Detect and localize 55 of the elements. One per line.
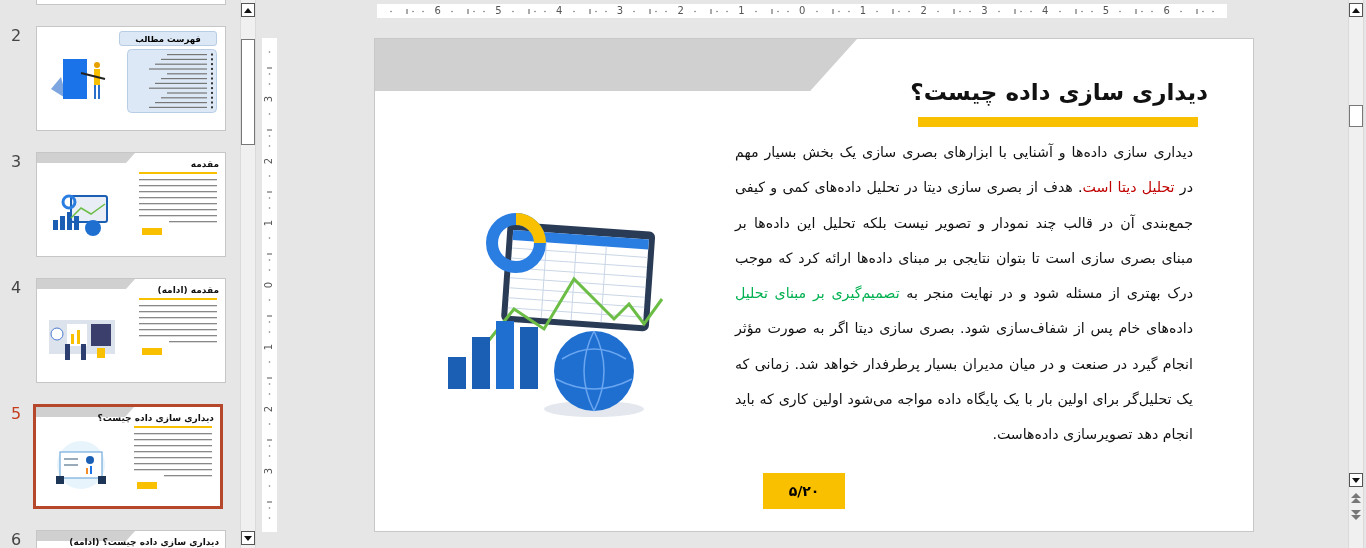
ruler-number: 5 xyxy=(1102,6,1110,16)
down-arrow-icon xyxy=(1352,477,1360,483)
down-arrow-icon xyxy=(244,535,252,541)
previous-slide-icon[interactable] xyxy=(1351,493,1361,505)
ruler-number: 0 xyxy=(798,6,806,16)
slide-number: 3 xyxy=(10,152,23,172)
scroll-down-button[interactable] xyxy=(1349,473,1363,487)
editor-scrollbar[interactable] xyxy=(1348,0,1364,548)
slide-paragraph: دیداری سازی داده‌ها و آشنایی با ابزارهای بصری سازی یک بخش بسیار مهم در تحلیل دیتا است. هدف از بصری سازی دیتا در تحلیل داده‌های کمی و کیفی جمع‌بندی آن در قالب چند نمودار و تصویر نیست بلکه تحلیل این داده‌ها بر مبنای بصری سازی است تا بتوان نتایجی بر مبنای داده‌ها ارائه کرد که موجب درک بهتری از مسئله شود و در نهایت منجر به تصمیم‌گیری بر مبنای تحلیل داده‌های خام پس از شفاف‌سازی شود. بصری سازی دیتا اگر به صورت مؤثر انجام گیرد در صنعت و در میان مدیران بسیار پرطرفدار خواهد شد. زمانی که یک تحلیل‌گر برای اولین بار با یک پایگاه داده مواجه می‌شود اولین کاری که باید انجام دهد تصویرسازی داده‌هاست. xyxy=(735,142,1193,445)
ruler-number: 3 xyxy=(264,95,275,103)
page-number: ۵/۲۰ xyxy=(763,472,845,509)
ruler-number: 6 xyxy=(1163,6,1170,16)
ruler-number: 3 xyxy=(264,467,275,475)
scroll-thumb[interactable] xyxy=(1349,105,1363,127)
next-slide-icon[interactable] xyxy=(1351,509,1361,521)
scroll-down-button[interactable] xyxy=(241,531,255,545)
ruler-number: 4 xyxy=(555,6,563,16)
slide-number: 5 xyxy=(10,404,23,424)
slide-thumbnail[interactable]: دیداری سازی داده چیست؟ (ادامه) xyxy=(36,530,226,548)
up-arrow-icon xyxy=(1352,7,1360,13)
slide-number: 4 xyxy=(10,278,23,298)
ruler-number: 3 xyxy=(981,6,988,16)
slide-number: 6 xyxy=(10,530,23,548)
thumbnail-title: فهرست مطالب xyxy=(119,31,217,46)
ruler-number: 4 xyxy=(1041,6,1049,16)
slide-thumbnail[interactable]: دیداری سازی داده چیست؟ xyxy=(33,404,223,509)
thumbnail-scrollbar[interactable] xyxy=(240,0,256,548)
slide-thumbnail[interactable]: مقدمه (ادامه) xyxy=(36,278,226,383)
ruler-number: 2 xyxy=(264,157,275,165)
slide-thumbnail[interactable]: مقدمه xyxy=(36,152,226,257)
ruler-number: 0 xyxy=(264,281,275,289)
ruler-number: 1 xyxy=(264,343,275,351)
thumbnail-title: مقدمه xyxy=(190,159,219,170)
slide-number: 2 xyxy=(10,26,23,46)
ruler-number: 1 xyxy=(859,6,867,16)
thumbnail-title: دیداری سازی داده چیست؟ xyxy=(97,413,214,424)
ruler-number: 3 xyxy=(616,6,624,16)
scroll-up-button[interactable] xyxy=(1349,3,1363,17)
ruler-number: 1 xyxy=(264,219,275,227)
ruler-number: 2 xyxy=(920,6,927,16)
ruler-number: 5 xyxy=(495,6,502,16)
scroll-up-button[interactable] xyxy=(241,3,255,17)
up-arrow-icon xyxy=(244,7,252,13)
page-number-badge xyxy=(137,482,157,489)
page-number-badge xyxy=(142,228,162,235)
ruler-number: 6 xyxy=(434,6,441,16)
slide-title: دیداری سازی داده چیست؟ xyxy=(910,79,1208,105)
ruler-number: 2 xyxy=(677,6,684,16)
ruler-number: 2 xyxy=(264,405,275,413)
thumbnail-title: دیداری سازی داده چیست؟ (ادامه) xyxy=(69,537,219,548)
thumbnail-title: مقدمه (ادامه) xyxy=(157,285,219,296)
slide-thumbnail[interactable]: فهرست مطالب xyxy=(36,26,226,131)
page-number-badge xyxy=(142,348,162,355)
scroll-thumb[interactable] xyxy=(241,39,255,145)
ruler-number: 1 xyxy=(738,6,745,16)
